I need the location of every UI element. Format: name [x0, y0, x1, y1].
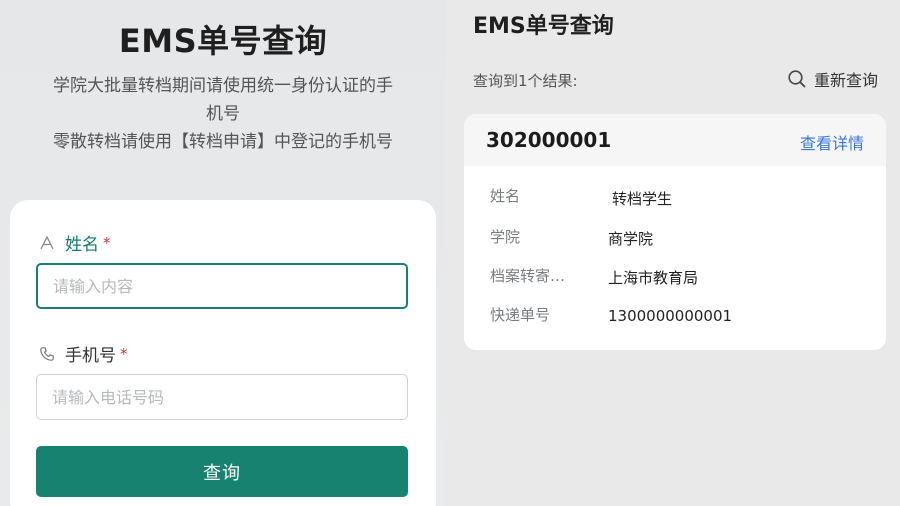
result-card: 302000001 查看详情 姓名 转档学生 学院 商学院 档案转寄… 上海市教…: [464, 114, 886, 350]
name-required-mark: *: [103, 233, 111, 252]
detail-key: 档案转寄…: [490, 267, 566, 285]
requery-label: 重新查询: [813, 71, 878, 90]
phone-required-mark: *: [120, 344, 128, 363]
name-field-label: 姓名 *: [38, 230, 111, 255]
phone-icon: [38, 345, 56, 363]
query-form-card: 姓名 * 手机号 * 查询: [10, 200, 436, 506]
result-card-header: 302000001 查看详情: [464, 114, 886, 166]
name-input[interactable]: [36, 263, 408, 309]
detail-value: 商学院: [608, 230, 654, 248]
instructions-line-1: 学院大批量转档期间请使用统一身份认证的手: [53, 76, 393, 96]
instructions-text: 学院大批量转档期间请使用统一身份认证的手 机号 零散转档请使用【转档申请】中登记…: [28, 72, 418, 156]
detail-value: 转档学生: [612, 190, 673, 208]
result-panel: EMS单号查询 查询到1个结果: 重新查询 302000001 查看详情 姓名 …: [446, 0, 900, 506]
instructions-line-3: 零散转档请使用【转档申请】中登记的手机号: [53, 132, 393, 152]
detail-key: 姓名: [490, 187, 521, 205]
detail-key: 学院: [490, 228, 521, 246]
requery-button[interactable]: 重新查询: [787, 67, 878, 91]
phone-field-label: 手机号 *: [38, 341, 128, 366]
search-icon: [787, 69, 807, 89]
query-button[interactable]: 查询: [36, 446, 408, 497]
instructions-line-2: 机号: [206, 104, 240, 124]
result-count-text: 查询到1个结果:: [473, 72, 578, 90]
detail-row-destination: 档案转寄… 上海市教育局: [464, 265, 886, 295]
text-a-icon: [38, 234, 56, 252]
detail-row-college: 学院 商学院: [464, 226, 886, 256]
phone-label-text: 手机号: [65, 346, 116, 366]
view-details-link[interactable]: 查看详情: [800, 130, 864, 154]
name-label-text: 姓名: [65, 235, 99, 255]
detail-row-tracking: 快递单号 1300000000001: [464, 304, 886, 334]
phone-input[interactable]: [36, 374, 408, 420]
query-form-panel: EMS单号查询 学院大批量转档期间请使用统一身份认证的手 机号 零散转档请使用【…: [0, 0, 446, 506]
result-page-title: EMS单号查询: [473, 14, 614, 39]
detail-key: 快递单号: [490, 306, 551, 324]
page-title: EMS单号查询: [118, 22, 328, 60]
detail-value: 1300000000001: [608, 307, 733, 325]
detail-row-name: 姓名 转档学生: [464, 185, 886, 215]
result-id: 302000001: [486, 128, 612, 152]
detail-value: 上海市教育局: [608, 269, 699, 287]
